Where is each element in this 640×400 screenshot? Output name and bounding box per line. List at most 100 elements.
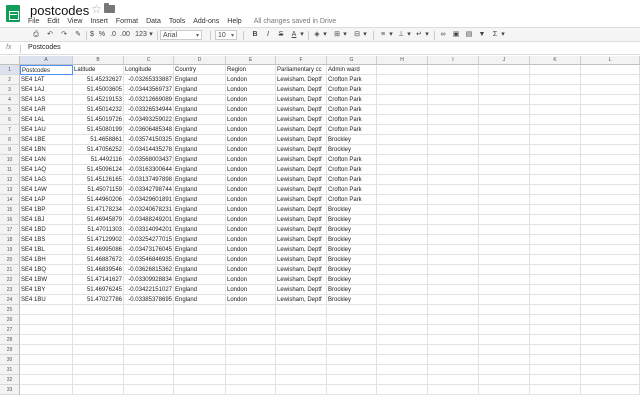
table-cell[interactable]: England <box>174 165 226 175</box>
merge-cells-icon[interactable]: ⊟ <box>352 30 362 40</box>
table-cell[interactable]: Lewisham, Deptf <box>276 275 327 285</box>
table-cell[interactable]: SE4 1BP <box>20 205 73 215</box>
italic-button[interactable]: I <box>263 30 273 40</box>
table-cell[interactable] <box>276 355 327 365</box>
table-cell[interactable]: Crofton Park <box>327 75 377 85</box>
table-cell[interactable] <box>20 325 73 335</box>
table-cell[interactable] <box>327 345 377 355</box>
table-cell[interactable] <box>581 285 640 295</box>
table-cell[interactable]: 51.47178234 <box>73 205 124 215</box>
table-cell[interactable]: SE4 1AP <box>20 195 73 205</box>
table-cell[interactable] <box>377 375 428 385</box>
table-cell[interactable]: SE4 1BL <box>20 245 73 255</box>
table-cell[interactable]: -0.03546846935 <box>124 255 174 265</box>
row-header[interactable]: 6 <box>0 115 20 125</box>
redo-icon[interactable]: ↷ <box>58 30 70 40</box>
table-cell[interactable] <box>581 225 640 235</box>
table-cell[interactable] <box>530 125 581 135</box>
table-cell[interactable] <box>581 245 640 255</box>
table-cell[interactable]: Crofton Park <box>327 95 377 105</box>
table-cell[interactable] <box>174 365 226 375</box>
table-cell[interactable]: SE4 1AT <box>20 75 73 85</box>
formula-input[interactable]: Postcodes <box>28 44 61 51</box>
table-cell[interactable] <box>124 315 174 325</box>
table-cell[interactable] <box>124 355 174 365</box>
column-header-h[interactable]: H <box>377 56 428 65</box>
table-cell[interactable]: Brockley <box>327 205 377 215</box>
row-header[interactable]: 18 <box>0 235 20 245</box>
table-cell[interactable] <box>479 375 530 385</box>
table-cell[interactable] <box>530 265 581 275</box>
table-cell[interactable] <box>428 165 479 175</box>
table-cell[interactable] <box>581 375 640 385</box>
table-cell[interactable]: London <box>226 155 276 165</box>
table-cell[interactable]: SE4 1AQ <box>20 165 73 175</box>
table-cell[interactable] <box>530 225 581 235</box>
table-cell[interactable]: London <box>226 225 276 235</box>
table-cell[interactable] <box>124 345 174 355</box>
table-cell[interactable] <box>479 135 530 145</box>
row-header[interactable]: 33 <box>0 385 20 395</box>
table-cell[interactable] <box>581 165 640 175</box>
table-cell[interactable]: England <box>174 235 226 245</box>
table-cell[interactable] <box>428 95 479 105</box>
table-cell[interactable]: -0.03163300644 <box>124 165 174 175</box>
row-header[interactable]: 20 <box>0 255 20 265</box>
table-cell[interactable]: Lewisham, Deptf <box>276 235 327 245</box>
table-cell[interactable] <box>479 255 530 265</box>
table-cell[interactable] <box>226 345 276 355</box>
table-cell[interactable] <box>581 295 640 305</box>
row-header[interactable]: 24 <box>0 295 20 305</box>
table-cell[interactable] <box>377 175 428 185</box>
table-cell[interactable]: Lewisham, Deptf <box>276 185 327 195</box>
table-cell[interactable] <box>530 185 581 195</box>
table-cell[interactable]: -0.03414435278 <box>124 145 174 155</box>
row-header[interactable]: 2 <box>0 75 20 85</box>
table-cell[interactable]: England <box>174 175 226 185</box>
table-cell[interactable] <box>124 365 174 375</box>
vertical-align-icon[interactable]: ⊥ <box>396 30 406 40</box>
table-cell[interactable] <box>226 315 276 325</box>
table-cell[interactable]: Brockley <box>327 295 377 305</box>
table-cell[interactable] <box>479 155 530 165</box>
table-cell[interactable] <box>581 235 640 245</box>
table-cell[interactable]: London <box>226 95 276 105</box>
table-cell[interactable] <box>581 105 640 115</box>
chevron-down-icon[interactable]: ▾ <box>362 30 368 40</box>
table-cell[interactable]: -0.03606485348 <box>124 125 174 135</box>
menu-view[interactable]: View <box>67 18 82 25</box>
row-header[interactable]: 27 <box>0 325 20 335</box>
strikethrough-button[interactable]: S <box>276 30 286 40</box>
table-cell[interactable]: London <box>226 215 276 225</box>
table-cell[interactable]: Lewisham, Deptf <box>276 75 327 85</box>
table-cell[interactable] <box>428 125 479 135</box>
row-header[interactable]: 26 <box>0 315 20 325</box>
table-cell[interactable] <box>73 375 124 385</box>
header-cell[interactable] <box>479 65 530 75</box>
table-cell[interactable] <box>20 355 73 365</box>
menu-edit[interactable]: Edit <box>47 18 59 25</box>
table-cell[interactable] <box>174 325 226 335</box>
functions-button[interactable]: Σ <box>490 30 500 40</box>
table-cell[interactable]: Crofton Park <box>327 175 377 185</box>
table-cell[interactable] <box>530 75 581 85</box>
row-header[interactable]: 9 <box>0 145 20 155</box>
insert-chart-icon[interactable]: ▤ <box>464 30 474 40</box>
table-cell[interactable] <box>530 335 581 345</box>
table-cell[interactable] <box>428 295 479 305</box>
chevron-down-icon[interactable]: ▾ <box>322 30 328 40</box>
table-cell[interactable] <box>479 245 530 255</box>
table-cell[interactable] <box>377 135 428 145</box>
table-cell[interactable]: SE4 1BY <box>20 285 73 295</box>
table-cell[interactable] <box>428 105 479 115</box>
table-cell[interactable] <box>226 305 276 315</box>
table-cell[interactable] <box>377 365 428 375</box>
table-cell[interactable] <box>327 385 377 395</box>
fill-color-icon[interactable]: ◈ <box>312 30 322 40</box>
table-cell[interactable] <box>327 355 377 365</box>
table-cell[interactable]: Brockley <box>327 215 377 225</box>
column-header-f[interactable]: F <box>276 56 327 65</box>
table-cell[interactable]: England <box>174 115 226 125</box>
table-cell[interactable] <box>327 365 377 375</box>
borders-icon[interactable]: ⊞ <box>332 30 342 40</box>
